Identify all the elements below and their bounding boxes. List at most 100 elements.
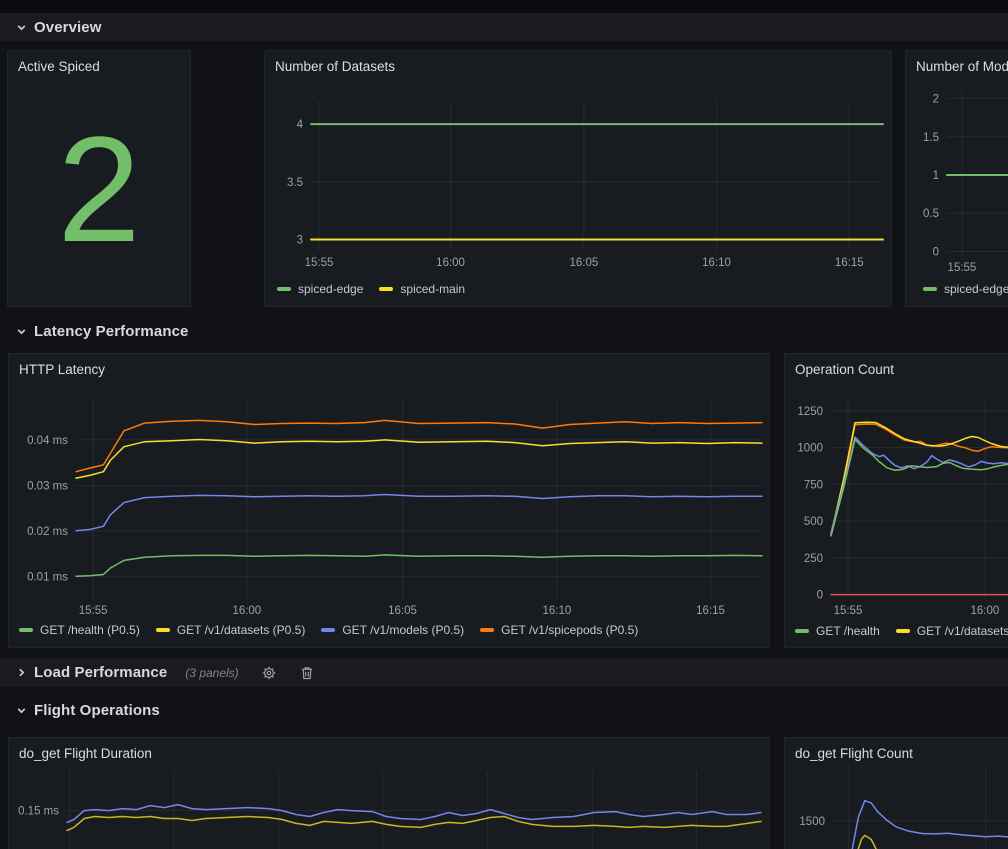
legend-item[interactable]: spiced-main — [379, 282, 465, 296]
time-series-chart[interactable]: 15:55 16:00 0 250 500 750 1000 1250 — [785, 354, 1008, 647]
legend-swatch-icon — [480, 628, 494, 632]
chart-canvas: 15:5516:0000.511.52 — [906, 51, 1008, 306]
legend-swatch-icon — [379, 287, 393, 291]
legend-item[interactable]: GET /v1/spicepods (P0.5) — [480, 623, 638, 637]
svg-text:0.04 ms: 0.04 ms — [27, 435, 68, 447]
chart-canvas: 0.15 ms — [9, 738, 769, 849]
legend-item[interactable]: GET /health (P0.5) — [19, 623, 140, 637]
svg-text:750: 750 — [804, 479, 823, 491]
svg-text:1500: 1500 — [799, 816, 825, 828]
chart-legend: spiced-edge — [923, 282, 1008, 296]
panel-do-get-flight-count: do_get Flight Count 1500 — [784, 737, 1008, 849]
legend-label: spiced-edge — [298, 282, 363, 296]
legend-label: GET /v1/spicepods (P0.5) — [501, 623, 638, 637]
chart-canvas: 15:55 16:00 0 250 500 750 1000 1250 — [785, 354, 1008, 647]
svg-text:2: 2 — [933, 94, 939, 106]
svg-text:15:55: 15:55 — [948, 262, 977, 274]
svg-text:16:00: 16:00 — [971, 605, 1000, 617]
gear-icon[interactable] — [261, 665, 277, 681]
svg-text:500: 500 — [804, 516, 823, 528]
section-title-latency-performance: Latency Performance — [34, 323, 188, 340]
svg-text:0.03 ms: 0.03 ms — [27, 480, 68, 492]
svg-text:16:15: 16:15 — [696, 605, 725, 617]
legend-label: spiced-main — [400, 282, 465, 296]
time-series-chart[interactable]: 0.15 ms — [9, 738, 769, 849]
panel-title[interactable]: Active Spiced — [18, 59, 100, 74]
svg-text:4: 4 — [297, 119, 304, 131]
time-series-chart[interactable]: 1500 — [785, 738, 1008, 849]
panel-count-label: (3 panels) — [185, 666, 238, 680]
svg-text:15:55: 15:55 — [834, 605, 863, 617]
svg-text:16:00: 16:00 — [232, 605, 261, 617]
chart-canvas: 15:55 16:00 16:05 16:10 16:15 0.01 ms 0.02 ms 0… — [9, 354, 769, 647]
panel-do-get-flight-duration: do_get Flight Duration 0.15 ms — [8, 737, 770, 849]
stat-value: 2 — [8, 79, 190, 298]
svg-text:0.5: 0.5 — [923, 208, 939, 220]
section-row-latency-performance[interactable]: Latency Performance — [0, 317, 1008, 345]
chart-legend: spiced-edge spiced-main — [277, 282, 465, 296]
svg-text:0.15 ms: 0.15 ms — [18, 806, 59, 818]
svg-text:1250: 1250 — [797, 406, 823, 418]
top-bar — [0, 0, 1008, 13]
section-title-overview: Overview — [34, 19, 102, 36]
svg-text:16:05: 16:05 — [388, 605, 417, 617]
chart-canvas: 1500 — [785, 738, 1008, 849]
legend-swatch-icon — [321, 628, 335, 632]
section-row-flight-operations[interactable]: Flight Operations — [0, 696, 1008, 724]
section-row-load-performance[interactable]: Load Performance (3 panels) — [0, 658, 1008, 687]
chevron-right-icon — [16, 667, 27, 678]
svg-text:0: 0 — [817, 590, 823, 602]
svg-text:16:05: 16:05 — [569, 257, 598, 269]
legend-item[interactable]: spiced-edge — [923, 282, 1008, 296]
legend-swatch-icon — [923, 287, 937, 291]
legend-label: GET /health — [816, 624, 880, 638]
svg-text:0: 0 — [933, 246, 939, 258]
legend-label: GET /health (P0.5) — [40, 623, 140, 637]
legend-label: spiced-edge — [944, 282, 1008, 296]
svg-text:3: 3 — [297, 234, 303, 246]
chart-canvas: 15:5516:0016:0516:1016:1533.54 — [265, 51, 891, 306]
legend-swatch-icon — [156, 628, 170, 632]
chevron-down-icon — [16, 22, 27, 33]
svg-text:16:10: 16:10 — [542, 605, 571, 617]
legend-item[interactable]: GET /v1/datasets (P0.5) — [156, 623, 306, 637]
legend-item[interactable]: GET /v1/models (P0.5) — [321, 623, 464, 637]
legend-label: GET /v1/datasets (P0.5) — [177, 623, 306, 637]
legend-swatch-icon — [277, 287, 291, 291]
svg-text:16:00: 16:00 — [436, 257, 465, 269]
svg-text:15:55: 15:55 — [305, 257, 334, 269]
svg-text:15:55: 15:55 — [79, 605, 108, 617]
chevron-down-icon — [16, 705, 27, 716]
svg-text:0.02 ms: 0.02 ms — [27, 526, 68, 538]
legend-item[interactable]: GET /v1/datasets — [896, 624, 1008, 638]
time-series-chart[interactable]: 15:5516:0016:0516:1016:1533.54 — [265, 51, 891, 306]
svg-text:0.01 ms: 0.01 ms — [27, 571, 68, 583]
legend-label: GET /v1/models (P0.5) — [342, 623, 464, 637]
panel-number-of-datasets: Number of Datasets 15:5516:0016:0516:101… — [264, 50, 892, 307]
section-row-overview[interactable]: Overview — [0, 13, 1008, 41]
section-title-load-performance: Load Performance — [34, 664, 167, 681]
svg-text:3.5: 3.5 — [287, 177, 303, 189]
legend-label: GET /v1/datasets — [917, 624, 1008, 638]
chart-legend: GET /health (P0.5) GET /v1/datasets (P0.5… — [19, 623, 638, 637]
time-series-chart[interactable]: 15:5516:0000.511.52 — [906, 51, 1008, 306]
panel-http-latency: HTTP Latency 15:5516:0016:0516:1016:150.… — [8, 353, 770, 648]
legend-swatch-icon — [795, 629, 809, 633]
trash-icon[interactable] — [299, 665, 315, 681]
panel-operation-count: Operation Count 15:5516:0002505007501000… — [784, 353, 1008, 648]
svg-text:250: 250 — [804, 553, 823, 565]
panel-active-spiced: Active Spiced 2 — [7, 50, 191, 307]
legend-item[interactable]: GET /health — [795, 624, 880, 638]
svg-text:1: 1 — [933, 170, 939, 182]
time-series-chart[interactable]: 15:55 16:00 16:05 16:10 16:15 0.01 ms 0.02 ms 0… — [9, 354, 769, 647]
legend-swatch-icon — [896, 629, 910, 633]
chart-legend: GET /healthGET /v1/datasetsGET /v1/model… — [795, 624, 1008, 638]
svg-text:16:10: 16:10 — [702, 257, 731, 269]
svg-text:1000: 1000 — [797, 443, 823, 455]
panel-number-of-models: Number of Models 15:5516:0000.511.52 spi… — [905, 50, 1008, 307]
legend-swatch-icon — [19, 628, 33, 632]
chevron-down-icon — [16, 326, 27, 337]
grafana-dashboard: Overview Active Spiced 2 Number of Datas… — [0, 0, 1008, 849]
legend-item[interactable]: spiced-edge — [277, 282, 363, 296]
svg-text:1.5: 1.5 — [923, 132, 939, 144]
